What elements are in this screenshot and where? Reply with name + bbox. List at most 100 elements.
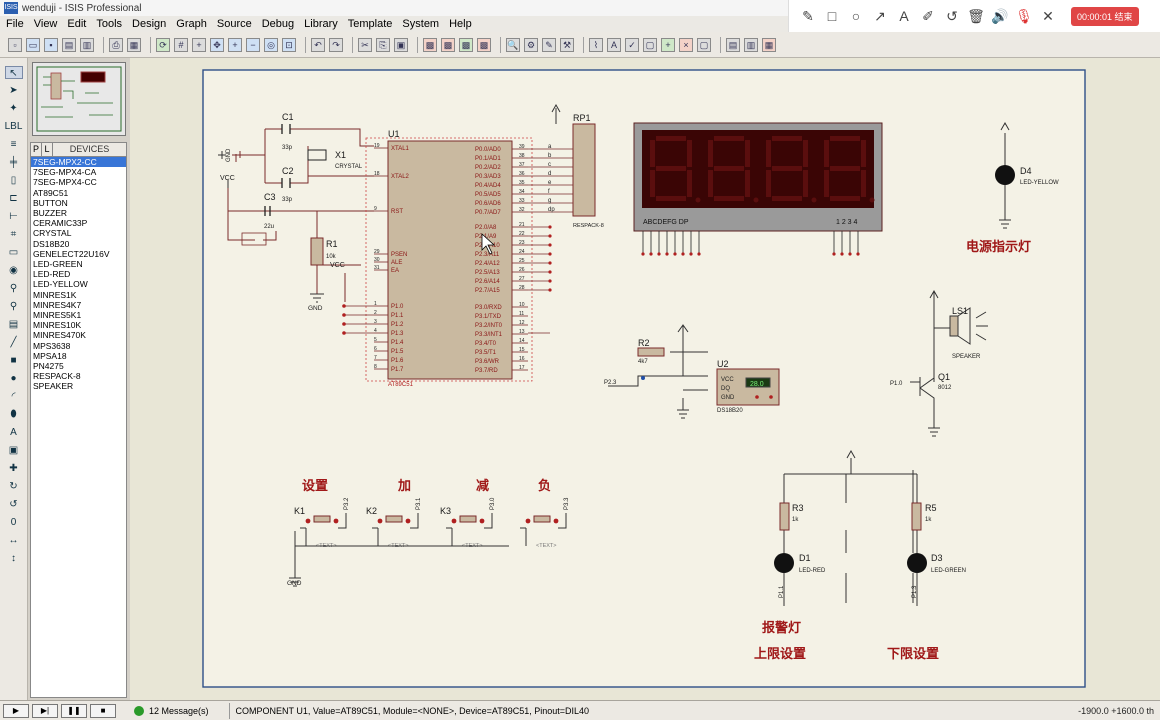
device-item[interactable]: LED-RED [31, 269, 126, 279]
library-tab[interactable]: L [42, 143, 53, 156]
device-item[interactable]: CERAMIC33P [31, 218, 126, 228]
remove-sheet-icon[interactable]: × [679, 37, 693, 52]
current-probe-icon[interactable]: ⚲ [5, 300, 23, 313]
device-item[interactable]: MPSA18 [31, 351, 126, 361]
zoom-in-icon[interactable]: + [228, 37, 242, 52]
device-item[interactable]: MINRES1K [31, 290, 126, 300]
menu-edit[interactable]: Edit [67, 18, 86, 30]
bill-of-materials-icon[interactable]: ▤ [726, 37, 740, 52]
rotate-ccw-icon[interactable]: ↺ [5, 498, 23, 511]
menu-source[interactable]: Source [217, 18, 252, 30]
junction-dot-icon[interactable]: ✦ [5, 102, 23, 115]
device-item[interactable]: 7SEG-MPX4-CA [31, 167, 126, 177]
selection-mode-icon[interactable]: ↖ [4, 66, 23, 79]
circle-icon[interactable]: ○ [845, 8, 867, 24]
property-assign-icon[interactable]: ✓ [625, 37, 639, 52]
device-item[interactable]: MINRES5K1 [31, 310, 126, 320]
text-icon[interactable]: A [5, 426, 23, 439]
print-icon[interactable]: ⎙ [109, 37, 123, 52]
component-mode-icon[interactable]: ➤ [5, 84, 23, 97]
box-icon[interactable]: ■ [5, 354, 23, 367]
play-button[interactable]: ▶ [3, 703, 29, 718]
undo-icon[interactable]: ↶ [311, 37, 325, 52]
wire-autorouter-icon[interactable]: ⌇ [589, 37, 603, 52]
angle-field[interactable]: 0 [5, 516, 23, 529]
voltage-probe-icon[interactable]: ⚲ [5, 282, 23, 295]
device-item[interactable]: MINRES470K [31, 330, 126, 340]
d1-red-led[interactable] [774, 553, 794, 573]
zoom-all-icon[interactable]: ◎ [264, 37, 278, 52]
device-item[interactable]: BUTTON [31, 198, 126, 208]
arrow-icon[interactable]: ↗ [869, 8, 891, 25]
menu-graph[interactable]: Graph [176, 18, 207, 30]
device-item[interactable]: CRYSTAL [31, 228, 126, 238]
cut-icon[interactable]: ✂ [358, 37, 372, 52]
device-item[interactable]: MPS3638 [31, 341, 126, 351]
save-icon[interactable]: ▪ [44, 37, 58, 52]
flip-vertical-icon[interactable]: ↕ [5, 552, 23, 565]
add-sheet-icon[interactable]: + [661, 37, 675, 52]
print-area-icon[interactable]: ▦ [127, 37, 141, 52]
refresh-icon[interactable]: ⟳ [156, 37, 170, 52]
pan-icon[interactable]: ✥ [210, 37, 224, 52]
overview-window[interactable] [32, 62, 126, 136]
device-item[interactable]: LED-YELLOW [31, 279, 126, 289]
device-item[interactable]: PN4275 [31, 361, 126, 371]
generator-icon[interactable]: ◉ [5, 264, 23, 277]
push-button-2[interactable] [459, 515, 477, 523]
copy-icon[interactable]: ⎘ [376, 37, 390, 52]
device-item[interactable]: LED-GREEN [31, 259, 126, 269]
virtual-instruments-icon[interactable]: ▤ [5, 318, 23, 331]
symbol-icon[interactable]: ▣ [5, 444, 23, 457]
schematic-canvas[interactable]: C1 33p C2 33p X1 CRYSTAL C3 22u R1 10k V… [130, 58, 1160, 700]
path-icon[interactable]: ⬮ [5, 408, 23, 421]
zoom-area-icon[interactable]: ⊡ [282, 37, 296, 52]
resistor-r1[interactable] [310, 237, 324, 266]
redo-icon[interactable]: ↷ [329, 37, 343, 52]
device-item[interactable]: MINRES10K [31, 320, 126, 330]
d4-yellow-led[interactable] [995, 165, 1015, 185]
device-item[interactable]: SPEAKER [31, 381, 126, 391]
arc-icon[interactable]: ◜ [5, 390, 23, 403]
ls1-speaker[interactable] [949, 315, 959, 337]
d3-green-led[interactable] [907, 553, 927, 573]
device-item[interactable]: GENELECT22U16V [31, 249, 126, 259]
packaging-icon[interactable]: ✎ [542, 37, 556, 52]
zoom-out-icon[interactable]: − [246, 37, 260, 52]
undo-icon[interactable]: ↺ [941, 8, 963, 25]
marker-icon[interactable]: ✚ [5, 462, 23, 475]
push-button-3[interactable] [533, 515, 551, 523]
new-file-icon[interactable]: ▫ [8, 37, 22, 52]
circle-draw-icon[interactable]: ● [5, 372, 23, 385]
step-button[interactable]: ▶| [32, 703, 58, 718]
import-icon[interactable]: ▤ [62, 37, 76, 52]
menu-library[interactable]: Library [304, 18, 338, 30]
rectangle-icon[interactable]: □ [821, 8, 843, 24]
flip-horizontal-icon[interactable]: ↔ [5, 534, 23, 547]
bus-icon[interactable]: ╪ [5, 156, 23, 169]
subcircuit-icon[interactable]: ▯ [5, 174, 23, 187]
block-move-icon[interactable]: ▩ [441, 37, 455, 52]
export-icon[interactable]: ▥ [80, 37, 94, 52]
rp1-respack[interactable] [572, 123, 596, 217]
menu-template[interactable]: Template [348, 18, 393, 30]
device-item[interactable]: 7SEG-MPX4-CC [31, 177, 126, 187]
push-button-1[interactable] [385, 515, 403, 523]
terminals-icon[interactable]: ⊏ [5, 192, 23, 205]
menu-debug[interactable]: Debug [262, 18, 294, 30]
block-copy-icon[interactable]: ▩ [423, 37, 437, 52]
device-item[interactable]: 7SEG-MPX2-CC [31, 157, 126, 168]
pick-devices-tab[interactable]: P [31, 143, 42, 156]
grid-icon[interactable]: # [174, 37, 188, 52]
device-item[interactable]: BUZZER [31, 208, 126, 218]
line-icon[interactable]: ╱ [5, 336, 23, 349]
resistor-r2[interactable] [637, 347, 665, 357]
device-item[interactable]: AT89C51 [31, 188, 126, 198]
messages-indicator[interactable]: 12 Message(s) [134, 705, 209, 716]
tape-recorder-icon[interactable]: ▭ [5, 246, 23, 259]
stop-button[interactable]: ■ [90, 703, 116, 718]
wire-label-icon[interactable]: LBL [5, 120, 23, 133]
search-tag-icon[interactable]: A [607, 37, 621, 52]
netlist-ares-icon[interactable]: ▦ [762, 37, 776, 52]
speaker-icon[interactable]: 🔊 [989, 8, 1011, 25]
